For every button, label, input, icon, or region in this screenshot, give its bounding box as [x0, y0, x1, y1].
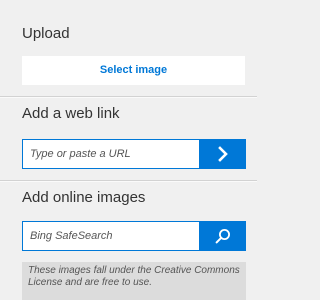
search-button[interactable] — [199, 221, 246, 251]
section-divider-highlight — [0, 97, 257, 98]
web-link-section-title: Add a web link — [22, 105, 120, 122]
license-notice: These images fall under the Creative Com… — [22, 262, 246, 300]
bing-search-input[interactable] — [22, 221, 199, 251]
upload-section-title: Upload — [22, 25, 70, 42]
chevron-right-icon — [217, 146, 228, 162]
web-link-input-row — [22, 139, 246, 169]
url-input[interactable] — [22, 139, 199, 169]
online-images-section-title: Add online images — [22, 189, 146, 206]
section-divider-highlight — [0, 181, 257, 182]
online-images-search-row — [22, 221, 246, 251]
select-image-button[interactable]: Select image — [22, 56, 245, 85]
search-icon — [215, 229, 230, 244]
go-button[interactable] — [199, 139, 246, 169]
